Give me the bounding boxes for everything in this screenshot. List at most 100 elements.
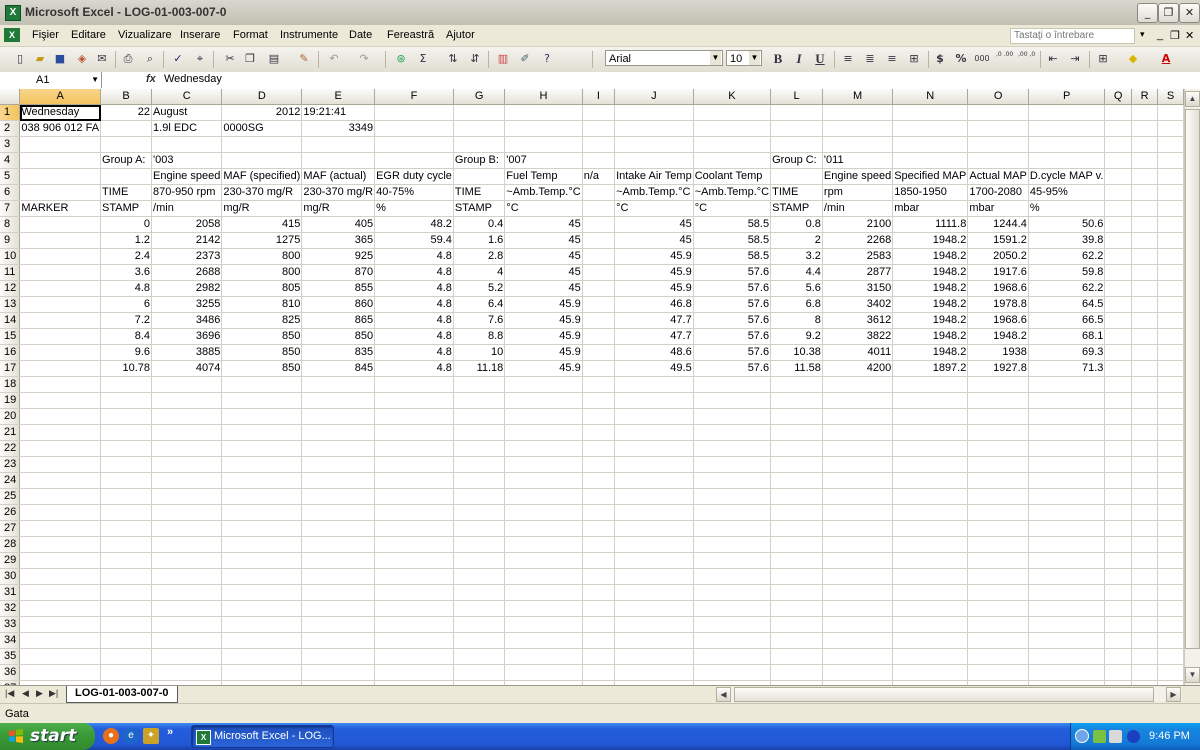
row-header[interactable]: 11 (0, 264, 21, 281)
cell-e30[interactable] (301, 568, 376, 585)
cell-o34[interactable] (967, 632, 1029, 649)
cell-p30[interactable] (1028, 568, 1106, 585)
cell-d21[interactable] (221, 424, 303, 441)
cell-e32[interactable] (301, 600, 376, 617)
cell-o1[interactable] (967, 104, 1029, 121)
cell-c35[interactable] (151, 648, 223, 665)
cell-h9[interactable]: 45 (504, 232, 583, 249)
cell-n12[interactable]: 1948.2 (892, 280, 969, 297)
cell-a16[interactable] (19, 344, 102, 361)
cell-r5[interactable] (1131, 168, 1159, 185)
cell-c1[interactable]: August (151, 104, 223, 121)
cell-s30[interactable] (1157, 568, 1184, 585)
document-icon[interactable]: X (4, 28, 20, 42)
cell-i1[interactable] (582, 104, 616, 121)
cell-f11[interactable]: 4.8 (374, 264, 454, 281)
cell-o17[interactable]: 1927.8 (967, 360, 1029, 377)
cell-r14[interactable] (1131, 312, 1159, 329)
cell-g13[interactable]: 6.4 (453, 296, 506, 313)
cell-m17[interactable]: 4200 (822, 360, 894, 377)
cell-r36[interactable] (1131, 664, 1159, 681)
cell-s28[interactable] (1157, 536, 1184, 553)
doc-minimize-button[interactable]: _ (1157, 29, 1163, 41)
cell-c32[interactable] (151, 600, 223, 617)
cell-o11[interactable]: 1917.6 (967, 264, 1029, 281)
cell-q6[interactable] (1104, 184, 1132, 201)
cell-j26[interactable] (614, 504, 694, 521)
cell-i3[interactable] (582, 136, 616, 153)
cell-n29[interactable] (892, 552, 969, 569)
cell-l20[interactable] (770, 408, 823, 425)
row-header[interactable]: 6 (0, 184, 21, 201)
cell-j35[interactable] (614, 648, 694, 665)
cell-q20[interactable] (1104, 408, 1132, 425)
cell-b5[interactable] (100, 168, 153, 185)
cell-d28[interactable] (221, 536, 303, 553)
cell-q18[interactable] (1104, 376, 1132, 393)
cell-b16[interactable]: 9.6 (100, 344, 153, 361)
cell-k2[interactable] (693, 120, 772, 137)
cell-d18[interactable] (221, 376, 303, 393)
cell-k21[interactable] (693, 424, 772, 441)
doc-restore-button[interactable]: ❐ (1170, 29, 1180, 42)
cell-r30[interactable] (1131, 568, 1159, 585)
row-header[interactable]: 3 (0, 136, 21, 153)
cell-o20[interactable] (967, 408, 1029, 425)
cell-o5[interactable]: Actual MAP (967, 168, 1029, 185)
cell-g7[interactable]: STAMP (453, 200, 506, 217)
cell-k17[interactable]: 57.6 (693, 360, 772, 377)
print-icon[interactable]: ⎙ (120, 51, 136, 67)
cell-n17[interactable]: 1897.2 (892, 360, 969, 377)
permission-icon[interactable]: ◈ (74, 51, 90, 67)
cell-e33[interactable] (301, 616, 376, 633)
cell-n30[interactable] (892, 568, 969, 585)
cell-f31[interactable] (374, 584, 454, 601)
menu-tools[interactable]: Instrumente (280, 29, 338, 41)
row-header[interactable]: 21 (0, 424, 21, 441)
cell-l9[interactable]: 2 (770, 232, 823, 249)
cell-b2[interactable] (100, 120, 153, 137)
cell-c30[interactable] (151, 568, 223, 585)
cell-h24[interactable] (504, 472, 583, 489)
cell-a36[interactable] (19, 664, 102, 681)
cell-p31[interactable] (1028, 584, 1106, 601)
menu-data[interactable]: Date (349, 29, 372, 41)
cell-m23[interactable] (822, 456, 894, 473)
cell-n31[interactable] (892, 584, 969, 601)
cell-h7[interactable]: °C (504, 200, 583, 217)
cell-d25[interactable] (221, 488, 303, 505)
cell-b34[interactable] (100, 632, 153, 649)
cell-j10[interactable]: 45.9 (614, 248, 694, 265)
cell-a34[interactable] (19, 632, 102, 649)
cell-d5[interactable]: MAF (specified) (221, 168, 303, 185)
cell-l36[interactable] (770, 664, 823, 681)
cell-n10[interactable]: 1948.2 (892, 248, 969, 265)
cell-o29[interactable] (967, 552, 1029, 569)
cell-a30[interactable] (19, 568, 102, 585)
row-header[interactable]: 14 (0, 312, 21, 329)
cell-j3[interactable] (614, 136, 694, 153)
menu-help[interactable]: Ajutor (446, 29, 475, 41)
cell-a23[interactable] (19, 456, 102, 473)
cell-n32[interactable] (892, 600, 969, 617)
cell-r32[interactable] (1131, 600, 1159, 617)
cell-m12[interactable]: 3150 (822, 280, 894, 297)
cell-h1[interactable] (504, 104, 583, 121)
cell-a15[interactable] (19, 328, 102, 345)
menu-insert[interactable]: Inserare (180, 29, 220, 41)
cell-f20[interactable] (374, 408, 454, 425)
cell-f14[interactable]: 4.8 (374, 312, 454, 329)
row-header[interactable]: 4 (0, 152, 21, 169)
cell-l24[interactable] (770, 472, 823, 489)
cell-o23[interactable] (967, 456, 1029, 473)
cell-k12[interactable]: 57.6 (693, 280, 772, 297)
cell-m27[interactable] (822, 520, 894, 537)
cell-e12[interactable]: 855 (301, 280, 376, 297)
cell-f22[interactable] (374, 440, 454, 457)
cell-o13[interactable]: 1978.8 (967, 296, 1029, 313)
cell-f4[interactable] (374, 152, 454, 169)
cell-q1[interactable] (1104, 104, 1132, 121)
cell-q15[interactable] (1104, 328, 1132, 345)
cell-p14[interactable]: 66.5 (1028, 312, 1106, 329)
cell-o22[interactable] (967, 440, 1029, 457)
